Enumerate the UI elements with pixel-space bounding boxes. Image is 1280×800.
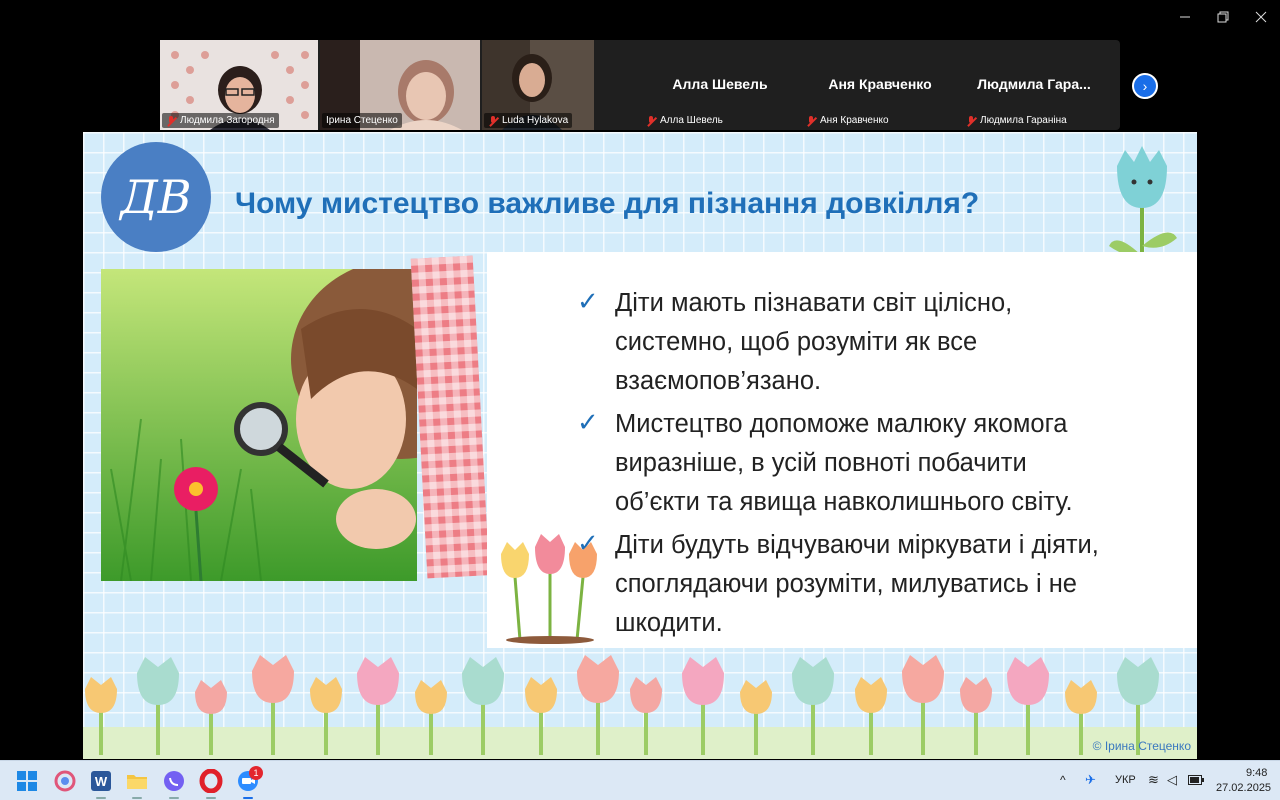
copilot-icon[interactable]	[53, 769, 77, 793]
restore-button[interactable]	[1204, 0, 1242, 34]
accessibility-icon[interactable]: ✈	[1085, 772, 1096, 788]
participant-display-name: Алла Шевель	[672, 76, 768, 92]
participant-tile[interactable]: Ірина Стеценко	[320, 40, 480, 130]
participant-namebar: Алла Шевель	[642, 113, 727, 128]
word-icon[interactable]: W	[89, 769, 113, 793]
participant-display-name: Людмила Гара...	[977, 76, 1091, 92]
bullet-item: ✓ Діти мають пізнавати світ цілісно, сис…	[577, 284, 1157, 401]
windows-start-icon[interactable]	[15, 769, 39, 793]
participant-namebar: Аня Кравченко	[802, 113, 893, 128]
taskbar: W 1 ^ ✈ УКР ≋ ◁ 9:48 27.02.2025	[0, 760, 1280, 800]
bullet-line: об’єкти та явища навколишнього світу.	[615, 488, 1073, 516]
minimize-button[interactable]	[1166, 0, 1204, 34]
participant-namebar: Luda Hylakova	[484, 113, 573, 128]
participant-namebar: Людмила Гараніна	[962, 113, 1071, 128]
participant-namebar: Ірина Стеценко	[322, 113, 402, 128]
logo: ДВ	[101, 142, 211, 252]
mic-muted-icon	[966, 115, 976, 126]
bullet-line: Мистецтво допоможе малюку якомога	[615, 410, 1068, 438]
volume-icon[interactable]: ◁	[1167, 772, 1177, 788]
participant-tile[interactable]: Аня Кравченко Аня Кравченко	[800, 40, 960, 130]
next-participants-button[interactable]: ›	[1132, 73, 1158, 99]
participant-tile[interactable]: Luda Hylakova	[482, 40, 594, 130]
clock-time[interactable]: 9:48	[1246, 767, 1267, 779]
bullet-line: виразніше, в усій повноті побачити	[615, 449, 1027, 477]
mic-muted-icon	[646, 115, 656, 126]
bullet-line: споглядаючи розуміти, милуватись і не	[615, 570, 1077, 598]
svg-text:W: W	[95, 774, 108, 789]
shared-slide: ДВ Чому мистецтво важливе для пізнання д…	[83, 132, 1197, 759]
participant-display-name: Аня Кравченко	[828, 76, 932, 92]
bullet-item: ✓ Мистецтво допоможе малюку якомога вира…	[577, 405, 1157, 522]
participant-name: Людмила Загородня	[180, 115, 275, 126]
chevron-right-icon: ›	[1142, 78, 1148, 94]
bullet-list: ✓ Діти мають пізнавати світ цілісно, сис…	[577, 284, 1157, 645]
checkmark-icon: ✓	[577, 407, 599, 437]
participant-name: Людмила Гараніна	[980, 115, 1067, 126]
wifi-icon[interactable]: ≋	[1148, 772, 1159, 788]
mic-muted-icon	[806, 115, 816, 126]
bullet-item: ✓ Діти будуть відчуваючи міркувати і дія…	[577, 526, 1157, 643]
bullet-line: Діти мають пізнавати світ цілісно,	[615, 289, 1013, 317]
restore-icon	[1217, 11, 1229, 23]
gingham-tape-decoration	[410, 255, 490, 579]
participant-tile[interactable]: Людмила Загородня	[160, 40, 318, 130]
minimize-icon	[1180, 16, 1190, 18]
viber-icon[interactable]	[162, 769, 186, 793]
participant-strip: Людмила Загородня Ірина Стеценко Luda Hy…	[160, 40, 1158, 130]
tulip-border-decoration	[83, 655, 1197, 759]
slide-title: Чому мистецтво важливе для пізнання довк…	[235, 187, 980, 220]
checkmark-icon: ✓	[577, 286, 599, 316]
file-explorer-icon[interactable]	[125, 769, 149, 793]
mic-muted-icon	[166, 115, 176, 126]
copyright-text: © Ірина Стеценко	[1092, 739, 1191, 753]
bullet-line: шкодити.	[615, 609, 723, 637]
chevron-up-icon[interactable]: ^	[1060, 773, 1066, 787]
participant-name: Luda Hylakova	[502, 115, 569, 126]
tulip-trio-decoration-icon	[501, 534, 597, 644]
participant-namebar: Людмила Загородня	[162, 113, 279, 128]
opera-icon[interactable]	[199, 769, 223, 793]
participant-name: Ірина Стеценко	[326, 115, 398, 126]
participant-tile[interactable]: Алла Шевель Алла Шевель	[640, 40, 800, 130]
battery-icon[interactable]	[1188, 775, 1204, 785]
participant-tile[interactable]: Людмила Гара... Людмила Гараніна	[960, 40, 1120, 130]
mic-muted-icon	[488, 115, 498, 126]
bullet-line: взаємопов’язано.	[615, 367, 822, 395]
child-magnifier-photo	[101, 269, 417, 581]
clock-date[interactable]: 27.02.2025	[1216, 782, 1271, 794]
notification-badge: 1	[249, 766, 263, 780]
bullet-line: Діти будуть відчуваючи міркувати і діяти…	[615, 531, 1099, 559]
window-controls	[1166, 0, 1280, 34]
close-button[interactable]	[1242, 0, 1280, 34]
bullet-line: системно, щоб розуміти як все	[615, 328, 978, 356]
participant-name: Аня Кравченко	[820, 115, 889, 126]
close-icon	[1255, 11, 1267, 23]
language-indicator[interactable]: УКР	[1115, 774, 1136, 786]
participant-name: Алла Шевель	[660, 115, 723, 126]
